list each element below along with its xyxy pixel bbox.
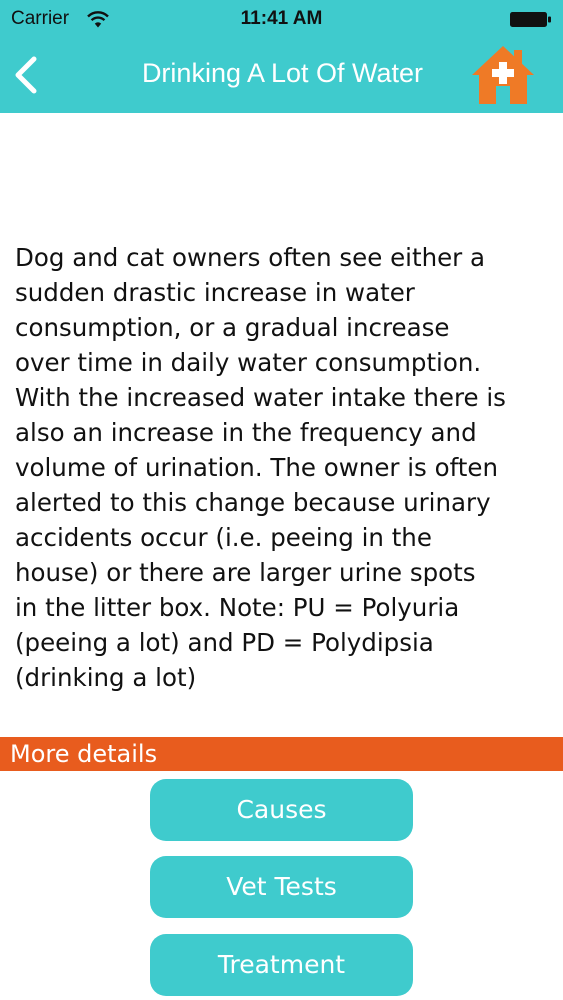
battery-icon xyxy=(510,12,551,27)
description-text: Dog and cat owners often see either a su… xyxy=(15,243,506,692)
section-label: More details xyxy=(10,740,158,768)
status-bar: Carrier 11:41 AM xyxy=(0,0,563,38)
clock: 11:41 AM xyxy=(240,8,323,29)
vet-tests-button[interactable]: Vet Tests xyxy=(150,856,413,918)
treatment-button[interactable]: Treatment xyxy=(150,934,413,996)
navigation-bar: Carrier 11:41 AM Drinking A Lot Of Water xyxy=(0,0,563,113)
back-chevron-icon[interactable] xyxy=(10,53,44,97)
page-title: Drinking A Lot Of Water xyxy=(141,58,424,88)
more-details-header: More details xyxy=(0,737,563,771)
vet-home-icon[interactable] xyxy=(470,44,536,106)
causes-button[interactable]: Causes xyxy=(150,779,413,841)
